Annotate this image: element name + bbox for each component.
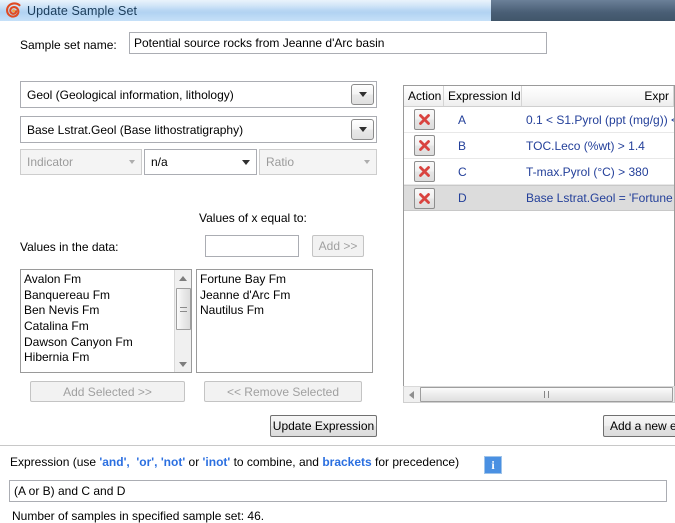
table-row[interactable]: D Base Lstrat.Geol = 'Fortune B bbox=[404, 185, 674, 211]
list-item[interactable]: Avalon Fm bbox=[24, 272, 191, 288]
chevron-down-icon[interactable] bbox=[351, 119, 374, 140]
grid-cell-action bbox=[404, 109, 444, 130]
available-values-rows: Avalon Fm Banquereau Fm Ben Nevis Fm Cat… bbox=[21, 270, 191, 366]
expression-input[interactable]: (A or B) and C and D bbox=[9, 480, 667, 502]
grid-cell-expression: 0.1 < S1.Pyrol (ppt (mg/g)) < bbox=[526, 112, 674, 127]
grid-cell-action bbox=[404, 187, 444, 209]
property-combo-value: Base Lstrat.Geol (Base lithostratigraphy… bbox=[27, 122, 244, 137]
add-selected-button[interactable]: Add Selected >> bbox=[30, 381, 185, 402]
scrollbar-thumb[interactable] bbox=[176, 288, 191, 330]
grid-cell-expression: TOC.Leco (%wt) > 1.4 bbox=[526, 138, 645, 153]
list-item[interactable]: Nautilus Fm bbox=[200, 303, 372, 319]
keyword-not: 'not' bbox=[160, 455, 186, 469]
sample-set-name-value: Potential source rocks from Jeanne d'Arc… bbox=[134, 36, 385, 50]
grid-header-expression-id[interactable]: Expression Id bbox=[444, 86, 522, 106]
chevron-down-icon bbox=[123, 150, 141, 174]
list-item[interactable]: Fortune Bay Fm bbox=[200, 272, 372, 288]
section-divider bbox=[0, 445, 675, 446]
legend-or: or bbox=[188, 455, 203, 469]
category-combo-value: Geol (Geological information, lithology) bbox=[27, 87, 234, 102]
values-of-x-label: Values of x equal to: bbox=[199, 211, 307, 225]
keyword-brackets: brackets bbox=[322, 455, 372, 469]
ratio-combo-value: Ratio bbox=[266, 155, 295, 169]
expressions-grid[interactable]: Action Expression Id Expr A 0.1 < S1.Pyr… bbox=[403, 85, 675, 403]
grid-cell-id: C bbox=[458, 164, 467, 179]
list-item[interactable]: Hibernia Fm bbox=[24, 350, 191, 366]
scroll-left-icon[interactable] bbox=[404, 387, 419, 402]
operator-combo[interactable]: n/a bbox=[144, 149, 257, 175]
window-title-bar[interactable]: Update Sample Set bbox=[0, 0, 491, 22]
selected-values-rows: Fortune Bay Fm Jeanne d'Arc Fm Nautilus … bbox=[197, 270, 372, 319]
window-client-area: Sample set name: Potential source rocks … bbox=[0, 21, 675, 523]
chevron-down-icon bbox=[358, 150, 376, 174]
grid-horizontal-scrollbar[interactable] bbox=[403, 386, 675, 403]
sample-set-name-input[interactable]: Potential source rocks from Jeanne d'Arc… bbox=[129, 32, 547, 54]
list-item[interactable]: Catalina Fm bbox=[24, 319, 191, 335]
remove-selected-button[interactable]: << Remove Selected bbox=[204, 381, 362, 402]
grid-header-row: Action Expression Id Expr bbox=[404, 86, 674, 107]
grid-cell-id: D bbox=[458, 191, 467, 205]
expression-legend: Expression (use 'and', 'or', 'not' or 'i… bbox=[10, 455, 459, 469]
legend-mid: to combine, and bbox=[233, 455, 323, 469]
add-new-expression-button[interactable]: Add a new e bbox=[603, 415, 675, 437]
grid-cell-action bbox=[404, 161, 444, 182]
category-combo[interactable]: Geol (Geological information, lithology) bbox=[20, 81, 377, 108]
info-icon[interactable]: i bbox=[484, 456, 502, 474]
values-in-data-label: Values in the data: bbox=[20, 240, 119, 254]
hscrollbar-thumb[interactable] bbox=[420, 387, 673, 402]
available-list-scrollbar[interactable] bbox=[174, 270, 191, 372]
legend-prefix: Expression (use bbox=[10, 455, 100, 469]
table-row[interactable]: A 0.1 < S1.Pyrol (ppt (mg/g)) < bbox=[404, 107, 674, 133]
app-spiral-icon bbox=[5, 2, 22, 19]
grid-header-action[interactable]: Action bbox=[404, 86, 444, 106]
list-item[interactable]: Banquereau Fm bbox=[24, 288, 191, 304]
legend-suffix: for precedence) bbox=[371, 455, 460, 469]
list-item[interactable]: Dawson Canyon Fm bbox=[24, 335, 191, 351]
keyword-and: 'and', bbox=[99, 455, 130, 469]
list-item[interactable]: Ben Nevis Fm bbox=[24, 303, 191, 319]
red-x-icon[interactable] bbox=[413, 161, 435, 182]
red-x-icon[interactable] bbox=[413, 187, 435, 209]
chevron-down-icon[interactable] bbox=[351, 84, 374, 105]
ratio-combo: Ratio bbox=[259, 149, 377, 175]
grid-header-expression[interactable]: Expr bbox=[522, 86, 674, 106]
x-value-input[interactable] bbox=[205, 235, 299, 257]
add-value-button[interactable]: Add >> bbox=[312, 235, 364, 257]
scroll-down-icon[interactable] bbox=[175, 356, 191, 372]
property-combo[interactable]: Base Lstrat.Geol (Base lithostratigraphy… bbox=[20, 116, 377, 143]
grid-cell-id: A bbox=[458, 112, 467, 127]
red-x-icon[interactable] bbox=[413, 109, 435, 130]
grid-cell-expression: Base Lstrat.Geol = 'Fortune B bbox=[526, 191, 674, 205]
indicator-combo-value: Indicator bbox=[27, 155, 74, 169]
keyword-or: 'or', bbox=[136, 455, 158, 469]
red-x-icon[interactable] bbox=[413, 135, 435, 156]
table-row[interactable]: C T-max.Pyrol (°C) > 380 bbox=[404, 159, 674, 185]
selected-values-listbox[interactable]: Fortune Bay Fm Jeanne d'Arc Fm Nautilus … bbox=[196, 269, 373, 373]
list-item[interactable]: Jeanne d'Arc Fm bbox=[200, 288, 372, 304]
expression-value: (A or B) and C and D bbox=[14, 484, 126, 498]
grid-cell-expression: T-max.Pyrol (°C) > 380 bbox=[526, 164, 649, 179]
operator-combo-value: n/a bbox=[151, 155, 168, 169]
window-title: Update Sample Set bbox=[27, 3, 138, 18]
indicator-combo: Indicator bbox=[20, 149, 142, 175]
scroll-up-icon[interactable] bbox=[175, 270, 191, 286]
keyword-inot: 'inot' bbox=[202, 455, 231, 469]
grid-cell-id: B bbox=[458, 138, 467, 153]
available-values-listbox[interactable]: Avalon Fm Banquereau Fm Ben Nevis Fm Cat… bbox=[20, 269, 192, 373]
sample-set-name-label: Sample set name: bbox=[20, 38, 117, 52]
update-expression-button[interactable]: Update Expression bbox=[270, 415, 377, 437]
chevron-down-icon[interactable] bbox=[236, 150, 256, 174]
table-row[interactable]: B TOC.Leco (%wt) > 1.4 bbox=[404, 133, 674, 159]
sample-count-text: Number of samples in specified sample se… bbox=[12, 509, 265, 523]
grid-cell-action bbox=[404, 135, 444, 156]
